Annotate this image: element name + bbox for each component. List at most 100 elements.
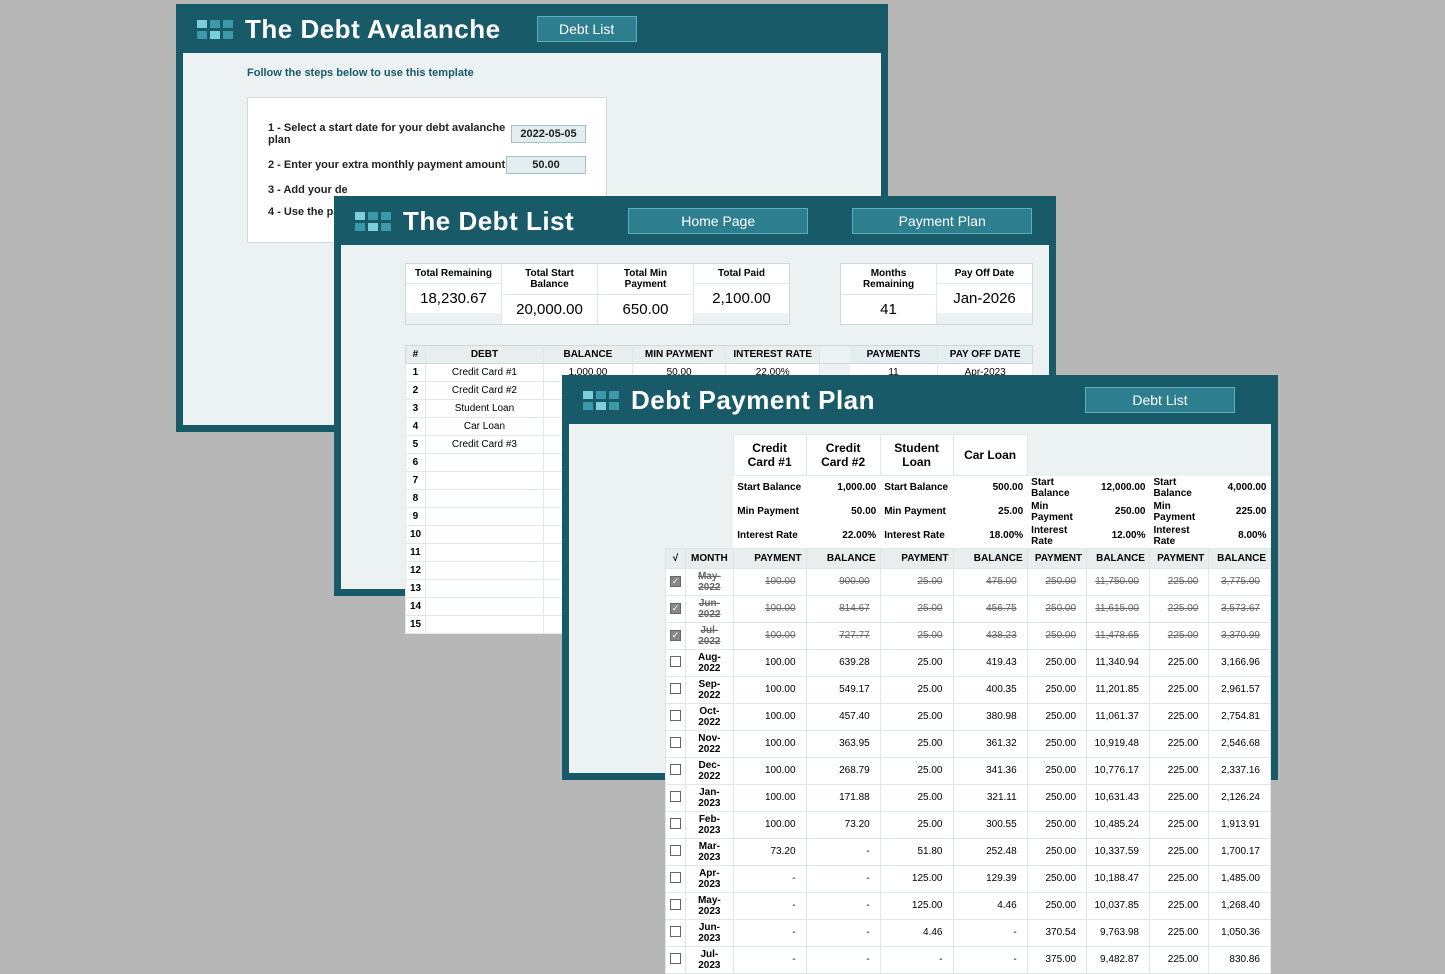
table-row: Jan-2023100.00171.8825.00321.11250.0010,… [666,784,1271,811]
payment-cell: 250.00 [1027,595,1086,622]
month-checkbox[interactable]: ✓ [670,576,681,587]
payment-cell: 250.00 [1027,757,1086,784]
month-cell: Aug-2022 [686,649,734,676]
extra-payment-input[interactable]: 50.00 [506,156,586,174]
balance-cell: 300.55 [953,811,1027,838]
balance-cell: 900.00 [806,568,880,595]
summary-bar: Total Remaining18,230.67Total Start Bala… [405,263,1033,325]
payment-cell: 225.00 [1149,838,1208,865]
balance-cell: 10,776.17 [1087,757,1150,784]
balance-cell: 9,482.87 [1087,946,1150,973]
balance-cell: 10,037.85 [1087,892,1150,919]
meta-value: 1,000.00 [806,476,880,500]
balance-cell: 400.35 [953,676,1027,703]
payment-cell: 250.00 [1027,622,1086,649]
month-checkbox[interactable]: ✓ [670,603,681,614]
payment-column-header: PAYMENT [880,548,953,568]
month-checkbox[interactable] [670,845,681,856]
payment-column-header: PAYMENT [733,548,806,568]
payment-cell: 100.00 [733,703,806,730]
payment-cell: 25.00 [880,568,953,595]
window-payment-plan: Debt Payment Plan Debt List Credit Card … [562,375,1278,780]
payment-cell: 250.00 [1027,865,1086,892]
header: Debt Payment Plan Debt List [569,382,1271,424]
balance-cell: 11,340.94 [1087,649,1150,676]
start-date-input[interactable]: 2022-05-05 [511,125,586,143]
balance-column-header: BALANCE [1209,548,1271,568]
payment-cell: 225.00 [1149,730,1208,757]
month-checkbox[interactable] [670,656,681,667]
debt-name-header: Credit Card #1 [733,435,806,476]
meta-value: 50.00 [806,500,880,524]
month-checkbox[interactable] [670,899,681,910]
col-header [820,346,850,363]
month-checkbox[interactable] [670,818,681,829]
balance-cell: 2,337.16 [1209,757,1271,784]
payment-cell: 100.00 [733,649,806,676]
meta-label: Min Payment [880,500,953,524]
debt-list-button[interactable]: Debt List [537,16,637,42]
balance-cell: 2,754.81 [1209,703,1271,730]
col-header: INTEREST RATE [726,346,820,363]
header: The Debt List Home Page Payment Plan [341,203,1049,245]
balance-cell: 3,573.67 [1209,595,1271,622]
month-checkbox[interactable] [670,926,681,937]
month-cell: Nov-2022 [686,730,734,757]
payment-cell: 25.00 [880,811,953,838]
summary-header: Total Min Payment [598,264,693,295]
balance-cell: - [953,919,1027,946]
payment-cell: 250.00 [1027,676,1086,703]
payment-cell: 225.00 [1149,784,1208,811]
balance-cell: 268.79 [806,757,880,784]
payment-plan-button[interactable]: Payment Plan [852,208,1032,234]
month-cell: Jun-2023 [686,919,734,946]
col-header: # [406,346,426,363]
balance-cell: 11,061.37 [1087,703,1150,730]
page-title: The Debt List [403,206,574,237]
meta-label: Interest Rate [880,524,953,549]
table-row: May-2023--125.004.46250.0010,037.85225.0… [666,892,1271,919]
payment-cell: 100.00 [733,595,806,622]
month-cell: Feb-2023 [686,811,734,838]
month-checkbox[interactable] [670,791,681,802]
month-checkbox[interactable] [670,683,681,694]
summary-value: 650.00 [598,295,693,324]
meta-value: 18.00% [953,524,1027,549]
table-row: Oct-2022100.00457.4025.00380.98250.0011,… [666,703,1271,730]
month-checkbox[interactable] [670,953,681,964]
balance-cell: 639.28 [806,649,880,676]
summary-value: 2,100.00 [694,284,789,313]
home-page-button[interactable]: Home Page [628,208,808,234]
balance-cell: 1,485.00 [1209,865,1271,892]
payment-cell: 225.00 [1149,595,1208,622]
payment-cell: 25.00 [880,676,953,703]
payment-cell: 250.00 [1027,730,1086,757]
payment-cell: 25.00 [880,595,953,622]
summary-header: Total Remaining [406,264,501,284]
payment-cell: 4.46 [880,919,953,946]
debt-list-button[interactable]: Debt List [1085,387,1235,413]
balance-cell: 73.20 [806,811,880,838]
payment-cell: 370.54 [1027,919,1086,946]
month-cell: Jul-2022 [686,622,734,649]
col-header: DEBT [426,346,544,363]
month-checkbox[interactable]: ✓ [670,630,681,641]
table-row: Aug-2022100.00639.2825.00419.43250.0011,… [666,649,1271,676]
month-checkbox[interactable] [670,710,681,721]
payment-cell: 25.00 [880,757,953,784]
check-column-header: √ [666,548,686,568]
month-checkbox[interactable] [670,737,681,748]
col-header: BALANCE [544,346,633,363]
grid-icon [355,212,391,231]
payment-cell: 225.00 [1149,757,1208,784]
payment-cell: - [733,946,806,973]
balance-cell: - [953,946,1027,973]
meta-label: Interest Rate [733,524,806,549]
balance-cell: 456.75 [953,595,1027,622]
month-checkbox[interactable] [670,764,681,775]
balance-cell: 10,337.59 [1087,838,1150,865]
meta-value: 500.00 [953,476,1027,500]
balance-cell: 11,478.65 [1087,622,1150,649]
payment-cell: 125.00 [880,865,953,892]
month-checkbox[interactable] [670,872,681,883]
